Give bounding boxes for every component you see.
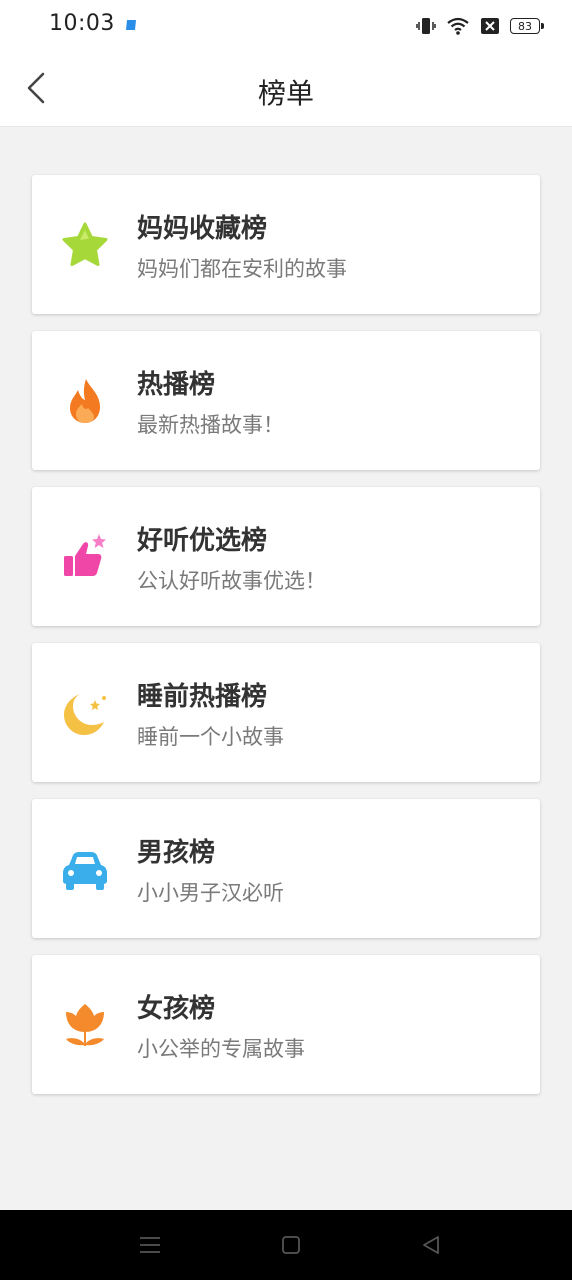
home-square-icon[interactable] <box>278 1232 304 1258</box>
list-item-subtitle: 最新热播故事！ <box>137 413 284 437</box>
list-item-subtitle: 小小男子汉必听 <box>137 881 284 905</box>
status-icons: 83 <box>416 14 544 38</box>
list-item-subtitle: 公认好听故事优选！ <box>137 569 326 593</box>
list-item-subtitle: 睡前一个小故事 <box>137 725 284 749</box>
page-title: 榜单 <box>257 77 314 110</box>
battery-level: 83 <box>518 19 532 33</box>
vibrate-icon <box>416 18 436 34</box>
list-item-title: 好听优选榜 <box>137 526 268 556</box>
list-item-title: 妈妈收藏榜 <box>137 214 268 244</box>
flame-icon <box>70 379 100 423</box>
list-item-title: 睡前热播榜 <box>137 682 268 712</box>
ranking-list: 妈妈收藏榜 妈妈们都在安利的故事 热播榜 最新热播故事！ 好听优选榜 公认好听故… <box>32 175 540 1111</box>
status-bar: 10:03 83 <box>0 0 572 52</box>
list-item-boys[interactable]: 男孩榜 小小男子汉必听 <box>32 799 540 938</box>
back-triangle-icon[interactable] <box>418 1232 444 1258</box>
wifi-icon <box>447 17 469 35</box>
list-item-subtitle: 妈妈们都在安利的故事 <box>137 257 347 281</box>
battery-icon: 83 <box>510 18 544 34</box>
no-sim-icon <box>481 18 499 34</box>
list-item-title: 热播榜 <box>137 370 216 400</box>
list-item-subtitle: 小公举的专属故事 <box>137 1037 305 1061</box>
app-notification-icon <box>126 20 136 30</box>
car-icon <box>63 852 107 890</box>
flower-icon <box>66 1004 104 1046</box>
moon-icon <box>64 694 106 735</box>
list-item-title: 男孩榜 <box>137 838 216 868</box>
star-icon <box>62 222 108 266</box>
list-item-title: 女孩榜 <box>137 994 216 1024</box>
status-time: 10:03 <box>49 11 115 36</box>
header: 榜单 <box>0 52 572 127</box>
list-item-girls[interactable]: 女孩榜 小公举的专属故事 <box>32 955 540 1094</box>
menu-icon[interactable] <box>137 1232 163 1258</box>
list-item-bedtime[interactable]: 睡前热播榜 睡前一个小故事 <box>32 643 540 782</box>
thumbs-up-icon <box>64 534 106 576</box>
list-item-mom-favorites[interactable]: 妈妈收藏榜 妈妈们都在安利的故事 <box>32 175 540 314</box>
system-nav-bar <box>0 1210 572 1280</box>
list-item-best-picks[interactable]: 好听优选榜 公认好听故事优选！ <box>32 487 540 626</box>
list-item-hot[interactable]: 热播榜 最新热播故事！ <box>32 331 540 470</box>
